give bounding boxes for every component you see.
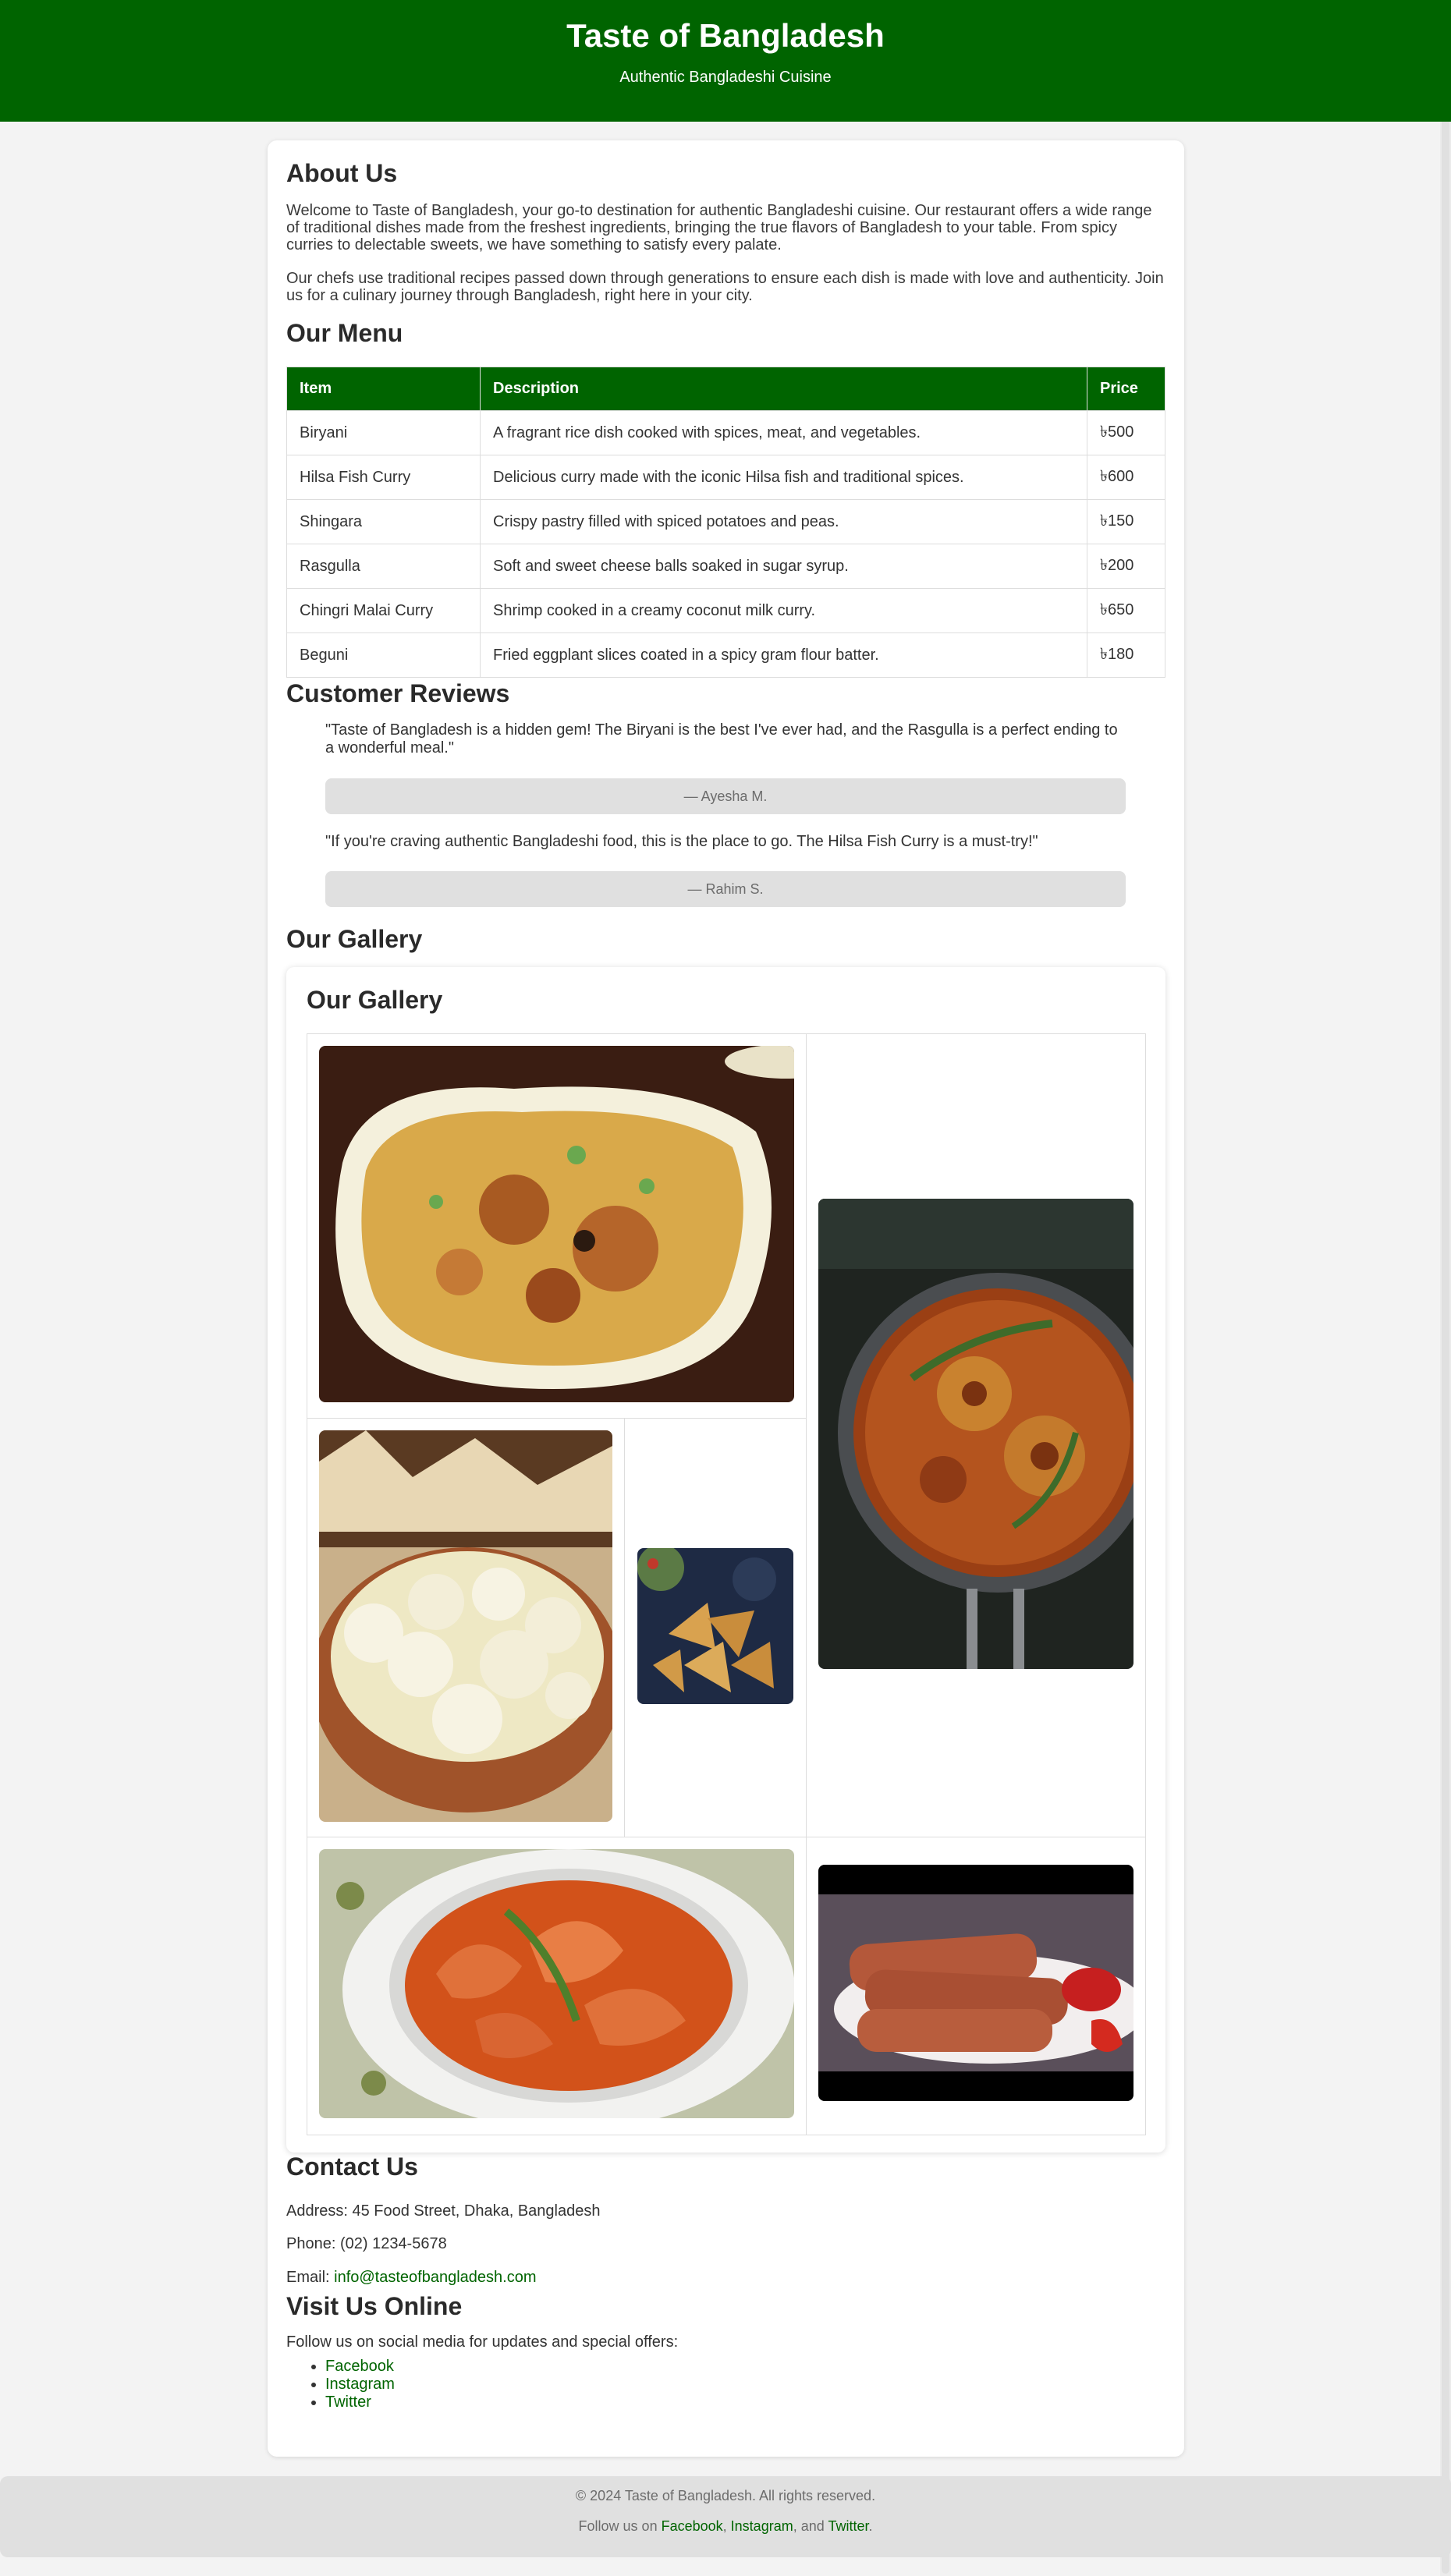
site-tagline: Authentic Bangladeshi Cuisine (619, 69, 832, 86)
menu-item-name: Shingara (286, 499, 481, 544)
menu-item-price: ৳200 (1087, 544, 1165, 589)
menu-row: Hilsa Fish Curry Delicious curry made wi… (286, 455, 1165, 500)
social-list-item: Facebook (325, 2358, 395, 2376)
review-text: "If you're craving authentic Bangladeshi… (325, 833, 1038, 850)
biryani-photo (319, 1046, 794, 1402)
email-link[interactable]: info@tasteofbangladesh.com (334, 2269, 536, 2286)
site-title: Taste of Bangladesh (566, 17, 885, 54)
footer-follow-line: Follow us on Facebook, Instagram, and Tw… (0, 2518, 1451, 2535)
chingri-malai-curry-photo (319, 1849, 794, 2118)
site-header: Taste of Bangladesh Authentic Bangladesh… (0, 0, 1451, 122)
menu-row: Shingara Crispy pastry filled with spice… (286, 499, 1165, 544)
contact-email-label: Email: (286, 2269, 335, 2286)
review-author: — Ayesha M. (325, 778, 1126, 814)
menu-row: Rasgulla Soft and sweet cheese balls soa… (286, 544, 1165, 589)
menu-row: Chingri Malai Curry Shrimp cooked in a c… (286, 588, 1165, 633)
menu-item-price: ৳600 (1087, 455, 1165, 500)
menu-item-name: Beguni (286, 632, 481, 678)
gallery-card-heading: Our Gallery (307, 986, 443, 1014)
social-intro: Follow us on social media for updates an… (286, 2333, 679, 2351)
gallery-grid-divider (624, 1418, 625, 1837)
menu-item-description: A fragrant rice dish cooked with spices,… (480, 410, 1087, 455)
footer-twitter-link[interactable]: Twitter (828, 2518, 868, 2534)
menu-item-price: ৳500 (1087, 410, 1165, 455)
footer-instagram-link[interactable]: Instagram (731, 2518, 793, 2534)
footer-separator: , and (793, 2518, 828, 2534)
footer-facebook-link[interactable]: Facebook (662, 2518, 723, 2534)
review-text: "Taste of Bangladesh is a hidden gem! Th… (325, 721, 1118, 757)
footer-period: . (868, 2518, 873, 2534)
footer-separator: , (722, 2518, 731, 2534)
about-paragraph-1: Welcome to Taste of Bangladesh, your go-… (286, 202, 1152, 253)
menu-item-price: ৳180 (1087, 632, 1165, 678)
contact-address: Address: 45 Food Street, Dhaka, Banglade… (286, 2202, 601, 2220)
menu-column-header-price: Price (1087, 367, 1165, 411)
review-author: — Rahim S. (325, 871, 1126, 907)
social-list-item: Twitter (325, 2394, 395, 2411)
menu-item-description: Fried eggplant slices coated in a spicy … (480, 632, 1087, 678)
facebook-link[interactable]: Facebook (325, 2358, 394, 2375)
instagram-link[interactable]: Instagram (325, 2376, 395, 2393)
reviews-heading: Customer Reviews (286, 679, 510, 707)
menu-item-description: Delicious curry made with the iconic Hil… (480, 455, 1087, 500)
menu-table-header-row: Item Description Price (286, 367, 1165, 411)
footer-follow-prefix: Follow us on (578, 2518, 662, 2534)
contact-phone: Phone: (02) 1234-5678 (286, 2235, 447, 2252)
menu-item-description: Crispy pastry filled with spiced potatoe… (480, 499, 1087, 544)
menu-item-description: Soft and sweet cheese balls soaked in su… (480, 544, 1087, 589)
main-content-card: About Us Welcome to Taste of Bangladesh,… (268, 140, 1184, 2457)
about-heading: About Us (286, 159, 398, 187)
menu-item-price: ৳650 (1087, 588, 1165, 633)
scrollbar-track[interactable] (1440, 0, 1451, 2576)
gallery-grid-divider (806, 1033, 807, 2135)
menu-item-description: Shrimp cooked in a creamy coconut milk c… (480, 588, 1087, 633)
menu-table: Item Description Price Biryani A fragran… (286, 367, 1165, 678)
menu-item-name: Hilsa Fish Curry (286, 455, 481, 500)
gallery-grid-border (307, 1033, 1146, 1034)
footer-copyright: © 2024 Taste of Bangladesh. All rights r… (575, 2488, 876, 2503)
menu-item-name: Biryani (286, 410, 481, 455)
gallery-card: Our Gallery (286, 967, 1165, 2153)
twitter-link[interactable]: Twitter (325, 2394, 371, 2411)
contact-email: Email: info@tasteofbangladesh.com (286, 2269, 536, 2287)
social-list-item: Instagram (325, 2376, 395, 2394)
menu-heading: Our Menu (286, 319, 403, 347)
hilsa-fish-curry-photo (818, 1199, 1133, 1669)
about-paragraph-2: Our chefs use traditional recipes passed… (286, 270, 1164, 304)
contact-heading: Contact Us (286, 2153, 418, 2181)
scrollbar-thumb[interactable] (1442, 3, 1449, 2574)
menu-column-header-item: Item (286, 367, 481, 411)
gallery-section-heading: Our Gallery (286, 925, 423, 953)
menu-row: Biryani A fragrant rice dish cooked with… (286, 410, 1165, 455)
menu-item-price: ৳150 (1087, 499, 1165, 544)
gallery-grid-border (1145, 1033, 1146, 2135)
menu-item-name: Chingri Malai Curry (286, 588, 481, 633)
rasgulla-photo (319, 1430, 612, 1822)
menu-item-name: Rasgulla (286, 544, 481, 589)
site-footer: © 2024 Taste of Bangladesh. All rights r… (0, 2476, 1451, 2557)
social-links-list: Facebook Instagram Twitter (286, 2358, 395, 2411)
menu-column-header-description: Description (480, 367, 1087, 411)
gallery-grid-divider (307, 1418, 807, 1419)
beguni-photo (818, 1865, 1133, 2101)
menu-row: Beguni Fried eggplant slices coated in a… (286, 632, 1165, 678)
social-heading: Visit Us Online (286, 2292, 463, 2320)
shingara-photo (637, 1548, 793, 1704)
